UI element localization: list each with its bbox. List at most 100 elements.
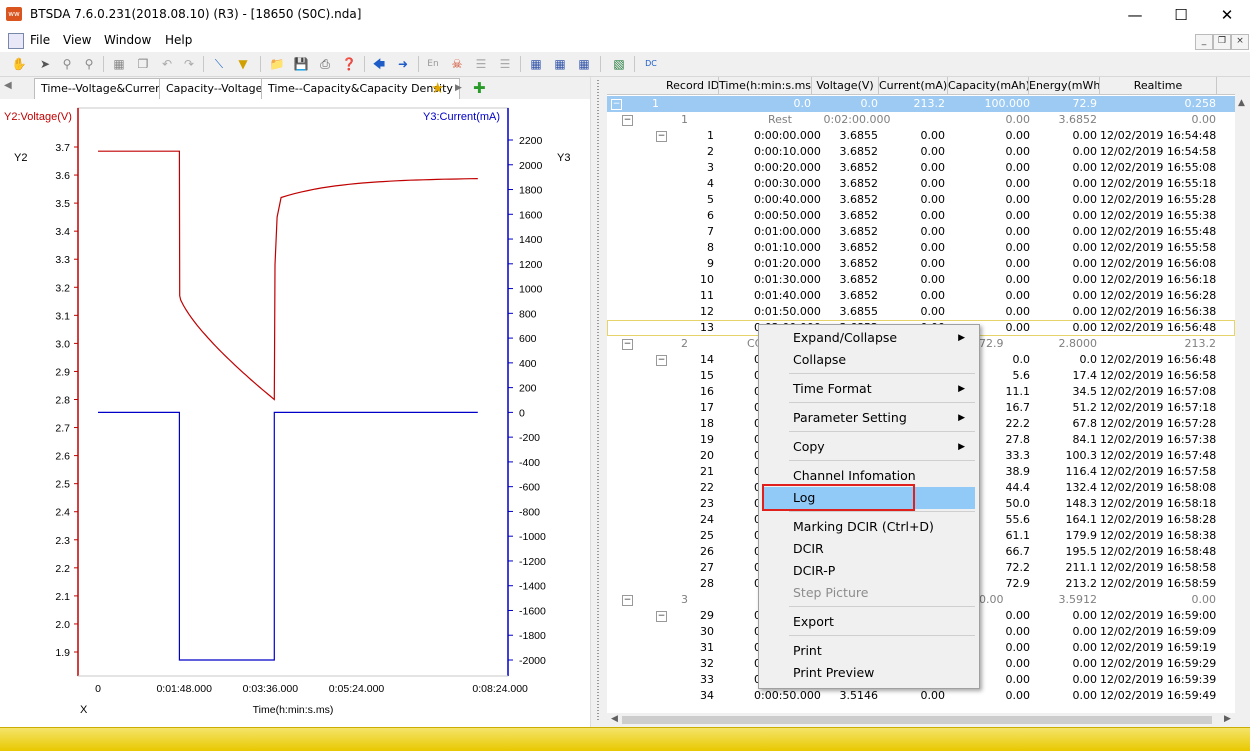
record-row[interactable]: 4 0:00:30.000 3.6852 0.00 0.00 0.00 12/02/2019… <box>607 176 1235 192</box>
app-icon: ww <box>6 7 22 21</box>
tab-scroll-right-icon[interactable]: ▶ <box>455 83 462 93</box>
grid-cell-realtime: 12/02/2019 16:56:08 <box>1100 257 1217 270</box>
menu-dcir[interactable]: DCIR <box>763 538 975 560</box>
maximize-icon[interactable]: ☐ <box>1158 0 1204 30</box>
horizontal-scroll-thumb[interactable] <box>622 716 1212 724</box>
filter-icon[interactable]: ▼ <box>234 55 252 73</box>
grid-cell-realtime: 12/02/2019 16:56:48 <box>1100 353 1217 366</box>
menu-export[interactable]: Export <box>763 611 975 633</box>
step-list-icon[interactable]: ☰ <box>472 55 490 73</box>
marker-icon[interactable]: ☠ <box>448 55 466 73</box>
scroll-right-icon[interactable]: ▶ <box>1224 714 1231 724</box>
grid-cell-realtime: 12/02/2019 16:55:18 <box>1100 177 1217 190</box>
menu-dcir-p[interactable]: DCIR-P <box>763 560 975 582</box>
tab-capacity-voltage[interactable]: Capacity--Voltage <box>159 78 270 99</box>
mdi-close-icon[interactable]: × <box>1231 34 1249 50</box>
menu-help[interactable]: Help <box>165 33 192 47</box>
open-folder-icon[interactable]: 📁 <box>268 55 286 73</box>
cycle-list-icon[interactable]: ☰ <box>496 55 514 73</box>
zoom-box-icon[interactable]: ⚲ <box>58 55 76 73</box>
help-icon[interactable]: ❓ <box>340 55 358 73</box>
y3-tick-label: 1200 <box>519 259 543 271</box>
menu-file[interactable]: File <box>30 33 50 47</box>
tree-collapse-icon[interactable]: − <box>622 595 633 606</box>
cycle-row[interactable]: − 1 0.0 0.0 213.2 100.000 72.9 0.258 <box>607 96 1235 112</box>
add-chart-icon[interactable]: ✚ <box>473 79 486 97</box>
record-row[interactable]: 8 0:01:10.000 3.6852 0.00 0.00 0.00 12/02/2019… <box>607 240 1235 256</box>
grid-cell-realtime: 12/02/2019 16:55:38 <box>1100 209 1217 222</box>
menu-time-format[interactable]: Time Format ▶ <box>763 378 975 400</box>
grid-cell-energy: 0.00 <box>1072 689 1098 702</box>
step-row[interactable]: − 1 Rest 0:02:00.000 0.00 3.6852 0.00 <box>607 112 1235 128</box>
record-row[interactable]: 12 0:01:50.000 3.6855 0.00 0.00 0.00 12/02/201… <box>607 304 1235 320</box>
record-row[interactable]: 6 0:00:50.000 3.6852 0.00 0.00 0.00 12/02/2019… <box>607 208 1235 224</box>
copy-chart-icon[interactable]: ❐ <box>134 55 152 73</box>
menu-expand-collapse[interactable]: Expand/Collapse ▶ <box>763 327 975 349</box>
menu-view[interactable]: View <box>63 33 91 47</box>
dcir-icon[interactable]: DC <box>642 55 660 73</box>
scroll-up-icon[interactable]: ▲ <box>1238 98 1245 108</box>
col-header-time[interactable]: Time(h:min:s.ms) <box>719 77 812 94</box>
record-row[interactable]: 10 0:01:30.000 3.6852 0.00 0.00 0.00 12/02/201… <box>607 272 1235 288</box>
record-row[interactable]: 34 0:00:50.000 3.5146 0.00 0.00 0.00 12/02/201… <box>607 688 1235 704</box>
menu-step-picture[interactable]: Step Picture <box>763 582 975 604</box>
line-tool-icon[interactable]: ⟍ <box>210 55 228 73</box>
col-header-energy[interactable]: Energy(mWh) <box>1029 77 1100 94</box>
vertical-scrollbar[interactable]: ▲ <box>1235 94 1250 713</box>
tab-time-voltage-current[interactable]: Time--Voltage&Current <box>34 78 174 99</box>
menu-parameter-setting[interactable]: Parameter Setting ▶ <box>763 407 975 429</box>
menu-print[interactable]: Print <box>763 640 975 662</box>
col-header-voltage[interactable]: Voltage(V) <box>812 77 879 94</box>
print-icon[interactable]: ⎙ <box>316 55 334 73</box>
star-icon[interactable]: ★ <box>431 79 444 97</box>
grid-cell-id: 1 <box>707 129 714 142</box>
minimize-icon[interactable]: — <box>1112 0 1158 30</box>
menu-copy[interactable]: Copy ▶ <box>763 436 975 458</box>
record-row[interactable]: −1 0:00:00.000 3.6855 0.00 0.00 0.00 12/02/201… <box>607 128 1235 144</box>
undo-icon[interactable]: ↶ <box>158 55 176 73</box>
y3-tick-label: 2000 <box>519 160 543 172</box>
mdi-restore-icon[interactable]: ❐ <box>1213 34 1231 50</box>
tree-collapse-icon[interactable]: − <box>611 99 622 110</box>
y2-tick-label: 2.8 <box>55 395 70 407</box>
select-all-icon[interactable]: ▦ <box>110 55 128 73</box>
record-row[interactable]: 3 0:00:20.000 3.6852 0.00 0.00 0.00 12/02/2019… <box>607 160 1235 176</box>
language-icon[interactable]: En <box>424 55 442 73</box>
pan-icon[interactable]: ✋ <box>10 55 28 73</box>
col-header-realtime[interactable]: Realtime <box>1100 77 1217 94</box>
zoom-icon[interactable]: ⚲ <box>80 55 98 73</box>
save-icon[interactable]: 💾 <box>292 55 310 73</box>
mdi-minimize-icon[interactable]: _ <box>1195 34 1213 50</box>
menu-window[interactable]: Window <box>104 33 151 47</box>
y3-tick-label: 1400 <box>519 234 543 246</box>
panel-splitter[interactable] <box>590 77 608 727</box>
menu-collapse[interactable]: Collapse <box>763 349 975 371</box>
close-icon[interactable]: ✕ <box>1204 0 1250 30</box>
menu-marking-dcir[interactable]: Marking DCIR (Ctrl+D) <box>763 516 975 538</box>
col-header-record-id[interactable]: Record ID <box>666 77 719 94</box>
table-view-icon[interactable]: ▦ <box>527 55 545 73</box>
grid-cell-id: 32 <box>700 657 714 670</box>
back-arrow-icon[interactable]: 🡄 <box>370 55 388 73</box>
excel-export-icon[interactable]: ▧ <box>610 55 628 73</box>
record-row[interactable]: 7 0:01:00.000 3.6852 0.00 0.00 0.00 12/02/2019… <box>607 224 1235 240</box>
tree-collapse-icon[interactable]: − <box>622 339 633 350</box>
redo-icon[interactable]: ↷ <box>180 55 198 73</box>
tree-collapse-icon[interactable]: − <box>622 115 633 126</box>
forward-arrow-icon[interactable]: ➜ <box>394 55 412 73</box>
grid-cell-current: 0.00 <box>920 177 946 190</box>
splitter-grip[interactable] <box>597 80 599 720</box>
col-header-current[interactable]: Current(mA) <box>879 77 948 94</box>
record-row[interactable]: 11 0:01:40.000 3.6852 0.00 0.00 0.00 12/02/201… <box>607 288 1235 304</box>
table-detail-icon[interactable]: ▦ <box>551 55 569 73</box>
col-header-capacity[interactable]: Capacity(mAh) <box>948 77 1029 94</box>
record-row[interactable]: 5 0:00:40.000 3.6852 0.00 0.00 0.00 12/02/2019… <box>607 192 1235 208</box>
document-icon[interactable] <box>8 33 24 49</box>
table-tree-icon[interactable]: ▦ <box>575 55 593 73</box>
record-row[interactable]: 2 0:00:10.000 3.6852 0.00 0.00 0.00 12/02/2019… <box>607 144 1235 160</box>
menu-print-preview[interactable]: Print Preview <box>763 662 975 684</box>
record-row[interactable]: 9 0:01:20.000 3.6852 0.00 0.00 0.00 12/02/2019… <box>607 256 1235 272</box>
scroll-left-icon[interactable]: ◀ <box>611 714 618 724</box>
pointer-icon[interactable]: ➤ <box>36 55 54 73</box>
tab-scroll-left-icon[interactable]: ◀ <box>4 80 12 91</box>
